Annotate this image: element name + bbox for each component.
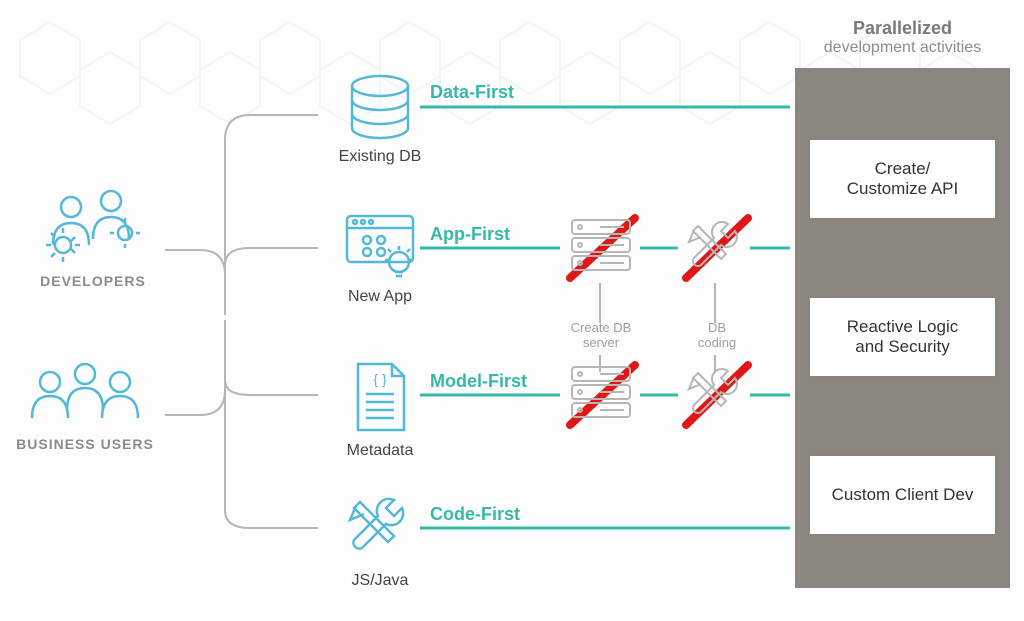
persona-business-users: BUSINESS USERS xyxy=(10,358,160,452)
js-java-caption: JS/Java xyxy=(320,572,440,590)
card-create-api: Create/ Customize API xyxy=(810,140,995,218)
mid-label-create-db: Create DB server xyxy=(556,320,646,350)
tools-icon xyxy=(340,490,420,566)
approach-metadata: { } Metadata xyxy=(320,358,440,460)
approach-new-app: New App xyxy=(320,210,440,306)
existing-db-caption: Existing DB xyxy=(320,148,440,166)
path-label-code-first: Code-First xyxy=(430,504,520,525)
svg-text:{ }: { } xyxy=(373,371,387,387)
path-label-app-first: App-First xyxy=(430,224,510,245)
parallel-header: Parallelized development activities xyxy=(795,18,1010,57)
server-icon-row1 xyxy=(566,216,636,278)
new-app-icon xyxy=(339,210,421,282)
developers-label: DEVELOPERS xyxy=(18,273,168,289)
persona-developers: DEVELOPERS xyxy=(18,185,168,289)
card-client-dev: Custom Client Dev xyxy=(810,456,995,534)
path-label-model-first: Model-First xyxy=(430,371,527,392)
database-icon xyxy=(340,72,420,142)
server-icon-row2 xyxy=(566,363,636,425)
metadata-caption: Metadata xyxy=(320,442,440,460)
business-users-label: BUSINESS USERS xyxy=(10,436,160,452)
parallel-title-2: development activities xyxy=(795,39,1010,57)
developers-icon xyxy=(33,185,153,265)
tools-icon-row1 xyxy=(682,216,752,278)
metadata-icon: { } xyxy=(344,358,416,436)
path-label-data-first: Data-First xyxy=(430,82,514,103)
new-app-caption: New App xyxy=(320,288,440,306)
mid-label-db-coding: DB coding xyxy=(672,320,762,350)
approach-existing-db: Existing DB xyxy=(320,72,440,166)
parallel-title-1: Parallelized xyxy=(795,18,1010,39)
tools-icon-row2 xyxy=(682,363,752,425)
business-users-icon xyxy=(15,358,155,428)
card-reactive: Reactive Logic and Security xyxy=(810,298,995,376)
approach-js-java: JS/Java xyxy=(320,490,440,590)
